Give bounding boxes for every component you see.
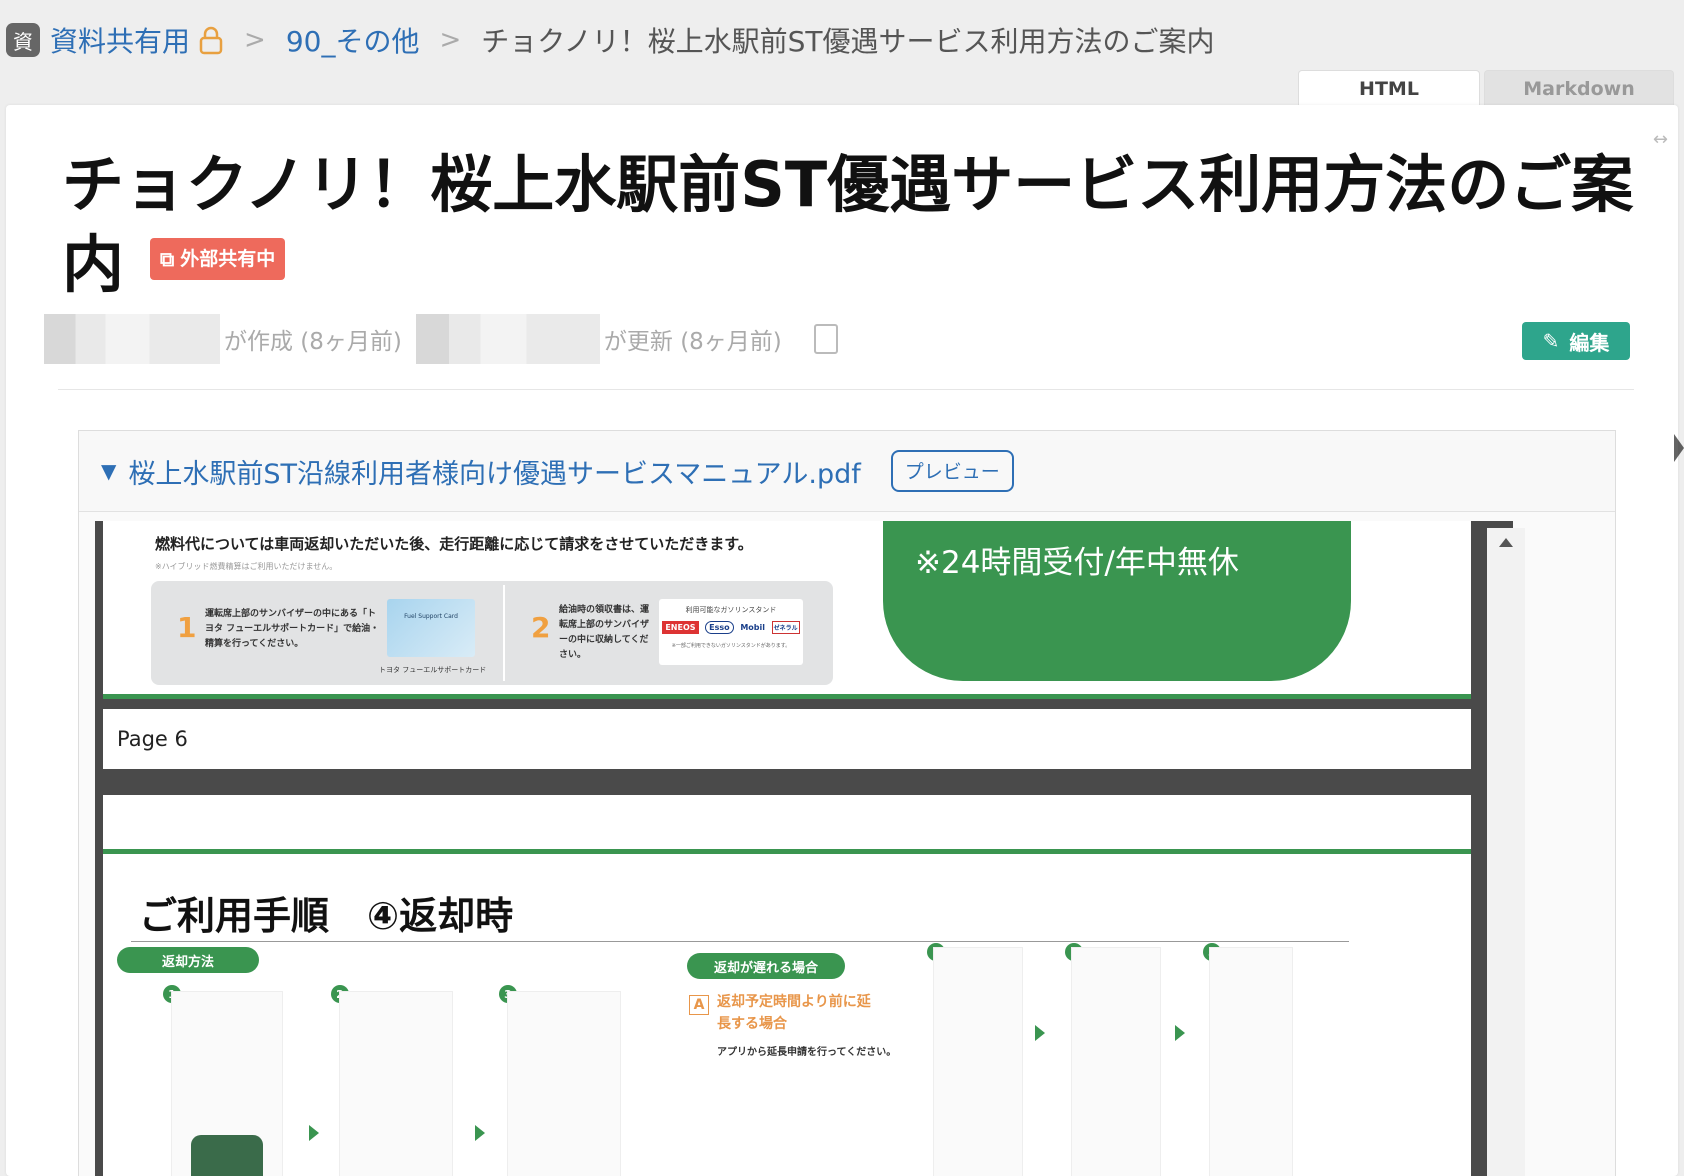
step1-text: 運転席上部のサンバイザーの中にある「トヨタ フューエルサポートカード」で給油・精… bbox=[205, 609, 380, 649]
tab-markdown[interactable]: Markdown bbox=[1484, 70, 1674, 106]
lock-icon bbox=[199, 26, 223, 55]
clipboard-icon[interactable] bbox=[813, 324, 838, 354]
fuel-card-caption: トヨタ フューエルサポートカード bbox=[379, 666, 487, 674]
updated-text: が更新 (8ヶ月前) bbox=[603, 329, 782, 355]
page-number-label: Page 6 bbox=[117, 727, 188, 751]
tab-html[interactable]: HTML bbox=[1298, 70, 1480, 106]
created-text: が作成 (8ヶ月前) bbox=[224, 329, 402, 355]
car-icon bbox=[191, 1135, 263, 1176]
app-screen-mock bbox=[339, 991, 453, 1176]
page-green-rule bbox=[103, 849, 1471, 854]
app-screen-mock bbox=[1071, 947, 1161, 1176]
fuel-card-label: Fuel Support Card bbox=[404, 613, 458, 620]
fuel-instructions-box: 1 運転席上部のサンバイザーの中にある「トヨタ フューエルサポートカード」で給油… bbox=[151, 581, 833, 685]
pdf-viewer[interactable]: 燃料代については車両返却いただいた後、走行距離に応じて請求をさせていただきます。… bbox=[95, 521, 1513, 1176]
support-banner: ※24時間受付/年中無休 bbox=[883, 521, 1351, 681]
step2-text: 給油時の領収書は、運転席上部のサンバイザーの中に収納してください。 bbox=[559, 605, 650, 660]
gas-station-logos: 利用可能なガソリンスタンド ENEOS Esso Mobil ゼネラル ※一部ご… bbox=[659, 599, 803, 665]
page-meta: が作成 (8ヶ月前) が更新 (8ヶ月前) bbox=[44, 309, 838, 369]
box-divider bbox=[503, 585, 505, 681]
case-a-label: A bbox=[689, 995, 709, 1015]
mouse-cursor-icon bbox=[1674, 434, 1684, 462]
fuel-note: ※ハイブリッド燃費精算はご利用いただけません。 bbox=[155, 562, 338, 571]
brand-esso-logo: Esso bbox=[705, 621, 734, 634]
breadcrumb-current: チョクノリ！桜上水駅前ST優遇サービス利用方法のご案内 bbox=[481, 25, 1215, 58]
pencil-icon: ✎ bbox=[1542, 329, 1560, 353]
document-card: ↔ チョクノリ！桜上水駅前ST優遇サービス利用方法のご案内 ⧉ 外部共有中 が作成 … bbox=[6, 105, 1678, 1176]
space-badge-icon: 資 bbox=[6, 23, 40, 57]
arrow-right-icon bbox=[309, 1125, 319, 1141]
expand-width-icon[interactable]: ↔ bbox=[1653, 129, 1668, 150]
external-share-badge[interactable]: ⧉ 外部共有中 bbox=[150, 237, 286, 280]
late-return-pill: 返却が遅れる場合 bbox=[687, 953, 845, 979]
edit-button[interactable]: ✎ 編集 bbox=[1522, 322, 1630, 360]
pdf-page-6: 燃料代については車両返却いただいた後、走行距離に応じて請求をさせていただきます。… bbox=[103, 521, 1471, 699]
pdf-scrollbar[interactable] bbox=[1487, 528, 1525, 1176]
app-screen-mock bbox=[1209, 947, 1293, 1176]
external-share-label: 外部共有中 bbox=[180, 247, 276, 270]
attachment-header: ▼ 桜上水駅前ST沿線利用者様向け優遇サービスマニュアル.pdf プレビュー bbox=[79, 431, 1615, 512]
fuel-card-image: Fuel Support Card bbox=[387, 599, 475, 657]
brand-mobil-logo: Mobil bbox=[740, 623, 765, 632]
step1-number: 1 bbox=[177, 611, 197, 644]
attachment-filename-link[interactable]: 桜上水駅前ST沿線利用者様向け優遇サービスマニュアル.pdf bbox=[128, 452, 860, 491]
attachment-panel: ▼ 桜上水駅前ST沿線利用者様向け優遇サービスマニュアル.pdf プレビュー 燃… bbox=[78, 430, 1616, 1176]
pdf-page-7: ご利用手順 ④返却時 返却方法 1 2 3 返却が遅れる場合 A 返却予定時間よ… bbox=[103, 795, 1471, 1176]
late-heading: 返却予定時間より前に延長する場合 bbox=[717, 994, 871, 1032]
app-screen-mock bbox=[507, 991, 621, 1176]
breadcrumb-separator: > bbox=[439, 25, 462, 55]
title-underline bbox=[131, 941, 1349, 942]
breadcrumb-folder-link[interactable]: 90_その他 bbox=[286, 20, 420, 60]
external-link-icon: ⧉ bbox=[160, 246, 175, 271]
return-method-pill: 返却方法 bbox=[117, 947, 259, 973]
return-procedure-title: ご利用手順 ④返却時 bbox=[139, 894, 514, 938]
arrow-right-icon bbox=[475, 1125, 485, 1141]
updater-avatar-blurred bbox=[415, 314, 600, 364]
breadcrumb-space-link[interactable]: 資料共有用 bbox=[50, 20, 190, 60]
breadcrumb-separator: > bbox=[244, 25, 266, 55]
edit-button-label: 編集 bbox=[1569, 330, 1610, 355]
scroll-up-arrow-icon[interactable] bbox=[1499, 538, 1513, 547]
page-green-rule bbox=[103, 694, 1471, 699]
pdf-page-footer: Page 6 bbox=[103, 709, 1471, 769]
creator-avatar-blurred bbox=[44, 314, 220, 364]
brand-eneos-logo: ENEOS bbox=[662, 621, 699, 634]
collapse-triangle-icon[interactable]: ▼ bbox=[101, 459, 116, 483]
divider bbox=[58, 389, 1634, 390]
station-caption: 利用可能なガソリンスタンド bbox=[685, 606, 777, 614]
fuel-text: 燃料代については車両返却いただいた後、走行距離に応じて請求をさせていただきます。 bbox=[155, 535, 753, 553]
step2-number: 2 bbox=[531, 611, 551, 644]
arrow-right-icon bbox=[1175, 1025, 1185, 1041]
support-banner-text: ※24時間受付/年中無休 bbox=[915, 545, 1239, 581]
page-title-text: チョクノリ！桜上水駅前ST優遇サービス利用方法のご案内 bbox=[62, 148, 1634, 301]
brand-general-logo: ゼネラル bbox=[771, 621, 800, 634]
page-title: チョクノリ！桜上水駅前ST優遇サービス利用方法のご案内 ⧉ 外部共有中 bbox=[62, 145, 1652, 305]
station-note: ※一部ご利用できないガソリンスタンドがあります。 bbox=[671, 643, 791, 649]
arrow-right-icon bbox=[1035, 1025, 1045, 1041]
preview-button[interactable]: プレビュー bbox=[890, 450, 1014, 492]
app-screen-mock bbox=[933, 947, 1023, 1176]
late-subtext: アプリから延長申請を行ってください。 bbox=[717, 1047, 897, 1058]
breadcrumb: 資 資料共有用 > 90_その他 > チョクノリ！桜上水駅前ST優遇サービス利用… bbox=[0, 0, 1684, 80]
